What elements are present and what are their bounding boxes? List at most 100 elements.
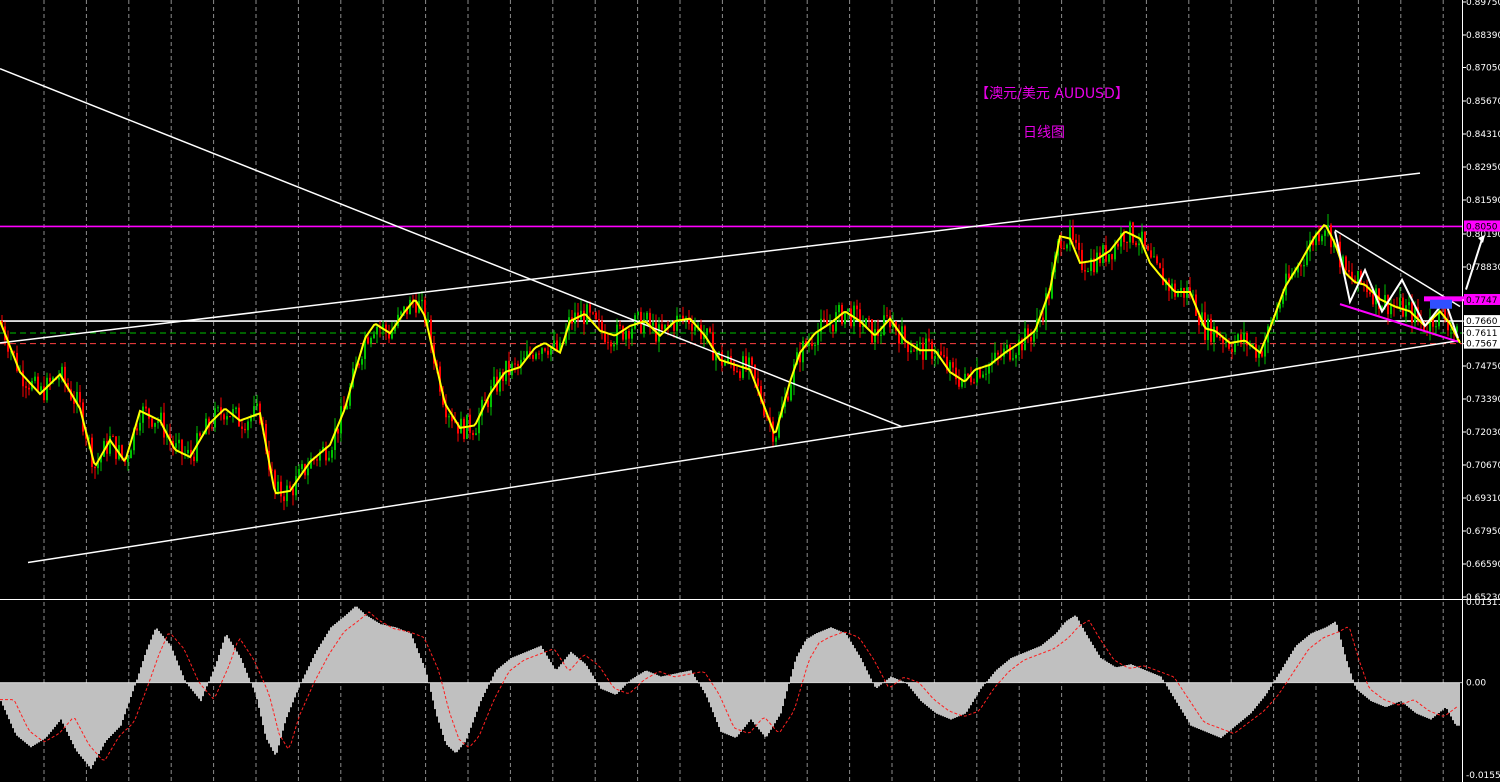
candle-body [934, 355, 936, 359]
histogram-bar [852, 644, 854, 683]
histogram-bar [122, 682, 124, 720]
histogram-bar [846, 635, 848, 683]
histogram-bar [658, 675, 660, 683]
histogram-bar [654, 674, 656, 683]
histogram-bar [386, 625, 388, 683]
histogram-bar [1134, 665, 1136, 683]
histogram-bar [1082, 627, 1084, 683]
histogram-bar [232, 644, 234, 683]
candle-body [1075, 239, 1077, 243]
histogram-bar [356, 606, 358, 683]
histogram-bar [132, 682, 134, 692]
candle-body [1060, 240, 1062, 249]
histogram-bar [1070, 618, 1072, 683]
histogram-bar [968, 682, 970, 709]
histogram-bar [998, 667, 1000, 683]
histogram-bar [1076, 616, 1078, 683]
histogram-bar [1246, 682, 1248, 717]
histogram-bar [786, 682, 788, 692]
histogram-bar [1262, 682, 1264, 699]
histogram-bar [110, 682, 112, 736]
histogram-bar [790, 676, 792, 683]
histogram-bar [816, 633, 818, 683]
histogram-bar [1342, 646, 1344, 683]
histogram-bar [716, 682, 718, 723]
histogram-bar [1188, 682, 1190, 723]
histogram-bar [608, 682, 610, 693]
histogram-bar [814, 634, 816, 683]
histogram-bar [620, 682, 622, 690]
histogram-bar [420, 658, 422, 683]
candle-body [589, 304, 591, 313]
histogram-bar [1448, 682, 1450, 713]
histogram-bar [1126, 665, 1128, 683]
candle-body [535, 353, 537, 359]
histogram-bar [976, 682, 978, 696]
candle-body [787, 396, 789, 401]
histogram-bar [858, 654, 860, 683]
histogram-bar [582, 661, 584, 683]
histogram-bar [284, 682, 286, 724]
histogram-bar [774, 682, 776, 724]
histogram-bar [278, 682, 280, 746]
histogram-bar [1174, 682, 1176, 700]
histogram-bar [18, 682, 20, 738]
histogram-bar [294, 682, 296, 698]
candle-body [673, 323, 675, 331]
histogram-bar [124, 682, 126, 715]
histogram-bar [292, 682, 294, 703]
histogram-bar [1154, 674, 1156, 683]
histogram-bar [1400, 682, 1402, 702]
histogram-bar [298, 682, 300, 688]
candle-body [538, 353, 540, 355]
histogram-bar [964, 682, 966, 714]
histogram-bar [1062, 624, 1064, 683]
candle-body [667, 324, 669, 326]
histogram-bar [974, 682, 976, 699]
candle-body [757, 378, 759, 386]
histogram-bar [382, 624, 384, 683]
histogram-bar [142, 661, 144, 683]
histogram-bar [960, 682, 962, 716]
histogram-bar [1040, 645, 1042, 683]
histogram-bar [1124, 665, 1126, 683]
histogram-bar [140, 667, 142, 683]
histogram-bar [1034, 648, 1036, 683]
candle-body [847, 308, 849, 312]
histogram-bar [1036, 647, 1038, 683]
histogram-bar [646, 670, 648, 683]
candle-body [154, 422, 156, 427]
histogram-bar [552, 665, 554, 683]
histogram-bar [1200, 682, 1202, 730]
histogram-bar [1244, 682, 1246, 719]
histogram-bar [1048, 639, 1050, 683]
candle-body [1231, 348, 1233, 352]
histogram-bar [1378, 682, 1380, 705]
blue-marker [1430, 299, 1452, 309]
histogram-bar [594, 678, 596, 683]
histogram-bar [1360, 682, 1362, 693]
histogram-bar [1024, 652, 1026, 683]
histogram-bar [4, 682, 6, 711]
histogram-bar [512, 657, 514, 683]
candle-body [151, 418, 153, 427]
histogram-bar [772, 682, 774, 727]
histogram-bar [426, 674, 428, 683]
histogram-bar [1194, 682, 1196, 728]
candle-body [922, 342, 924, 360]
histogram-bar [482, 682, 484, 698]
histogram-bar [836, 629, 838, 683]
histogram-bar [148, 644, 150, 683]
histogram-bar [742, 682, 744, 730]
candle-body [625, 331, 627, 340]
histogram-bar [146, 649, 148, 683]
candle-body [193, 456, 195, 462]
candle-body [1390, 305, 1392, 315]
candle-body [421, 299, 423, 302]
histogram-bar [374, 620, 376, 683]
candle-body [547, 350, 549, 355]
histogram-bar [940, 682, 942, 716]
histogram-bar [1442, 682, 1444, 710]
histogram-bar [1222, 682, 1224, 737]
candle-body [307, 468, 309, 476]
